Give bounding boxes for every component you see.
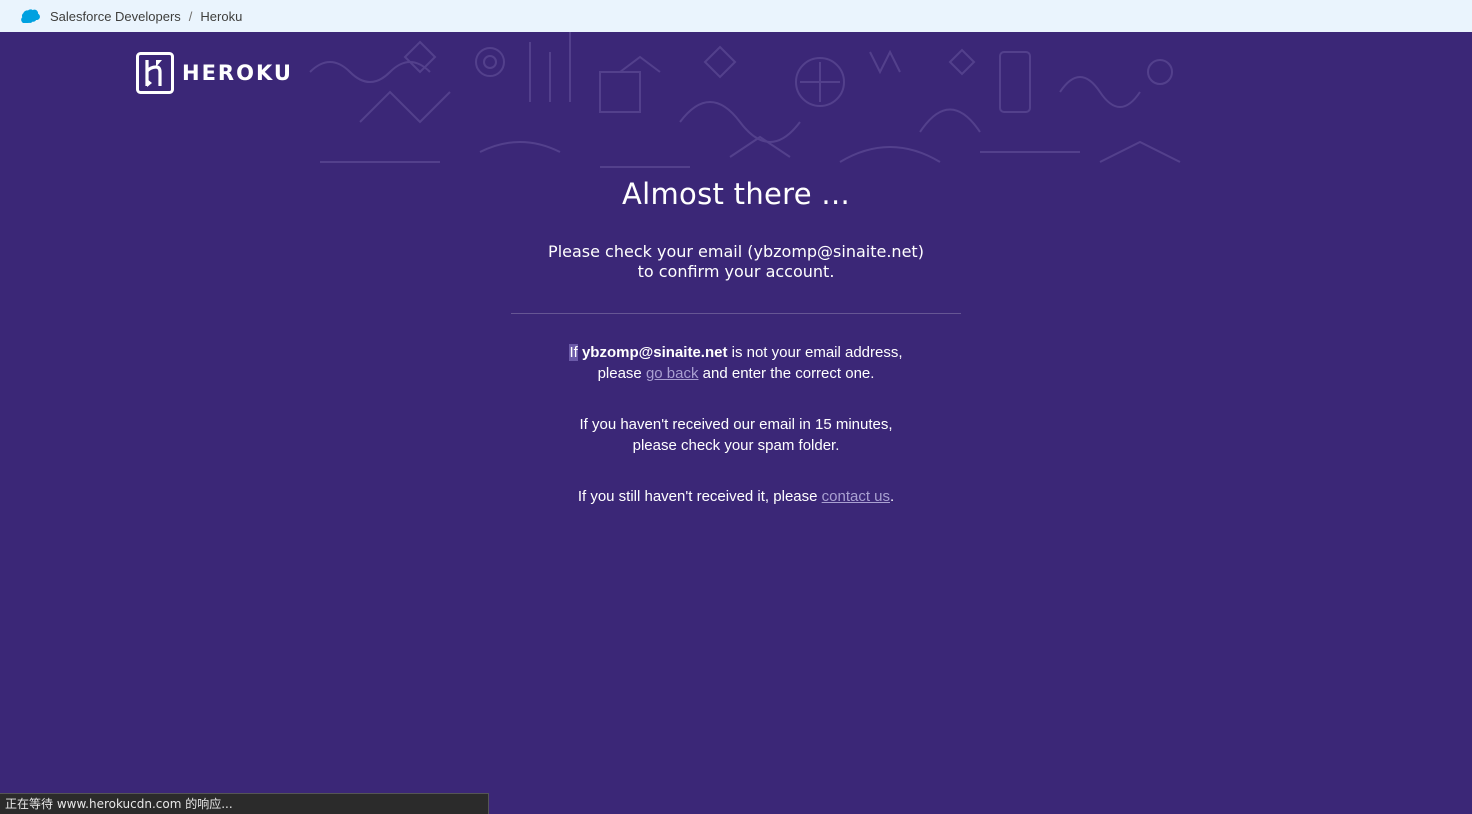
heroku-wordmark: HEROKU	[182, 61, 293, 85]
hero-section: HEROKU Almost there ... Please check you…	[0, 32, 1472, 814]
lead-message: Please check your email (ybzomp@sinaite.…	[486, 242, 986, 282]
spam-folder-paragraph: If you haven't received our email in 15 …	[486, 414, 986, 456]
text-if: If	[569, 344, 578, 361]
confirmation-content: Almost there ... Please check your email…	[486, 172, 986, 507]
text-please: please	[597, 365, 646, 382]
go-back-link[interactable]: go back	[646, 365, 699, 382]
salesforce-cloud-icon[interactable]	[20, 9, 40, 23]
heroku-logo[interactable]: HEROKU	[136, 52, 293, 94]
page-title: Almost there ...	[622, 177, 850, 211]
lead-line-1: Please check your email (ybzomp@sinaite.…	[548, 242, 924, 261]
section-divider	[511, 313, 961, 314]
breadcrumb-salesforce-developers[interactable]: Salesforce Developers	[50, 9, 181, 24]
breadcrumb-heroku[interactable]: Heroku	[200, 9, 242, 24]
text-enter-correct: and enter the correct one.	[698, 365, 875, 382]
email-address: ybzomp@sinaite.net	[581, 344, 728, 361]
top-breadcrumb-bar: Salesforce Developers / Heroku	[0, 0, 1472, 32]
decorative-pattern-background	[309, 32, 1181, 168]
text-still-not-received: If you still haven't received it, please	[577, 488, 822, 505]
contact-paragraph: If you still haven't received it, please…	[486, 486, 986, 507]
browser-status-bar: 正在等待 www.herokucdn.com 的响应...	[0, 793, 489, 814]
heroku-logo-mark-icon	[136, 52, 174, 94]
lead-line-2: to confirm your account.	[637, 262, 835, 281]
contact-us-link[interactable]: contact us	[822, 488, 890, 505]
text-period: .	[890, 488, 895, 505]
text-not-your-email: is not your email address,	[727, 344, 903, 361]
wrong-email-paragraph: If ybzomp@sinaite.net is not your email …	[486, 342, 986, 384]
breadcrumb-separator: /	[188, 8, 193, 24]
spam-line-2: please check your spam folder.	[632, 437, 840, 454]
spam-line-1: If you haven't received our email in 15 …	[579, 416, 893, 433]
